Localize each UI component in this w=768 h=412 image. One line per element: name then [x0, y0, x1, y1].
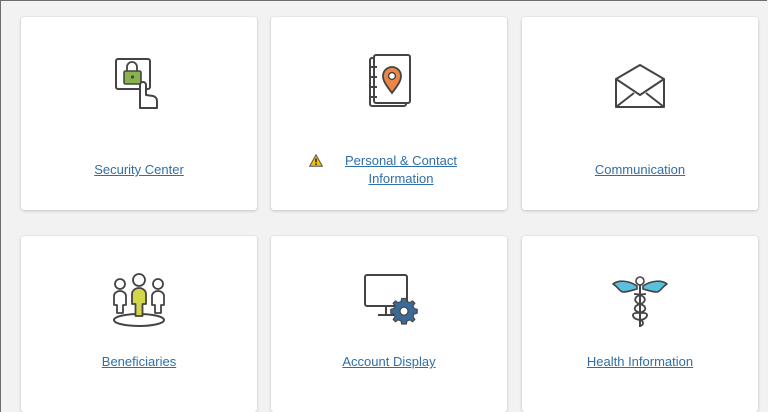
account-display-link[interactable]: Account Display: [271, 353, 507, 371]
caduceus-icon: [612, 276, 668, 327]
personal-contact-label-group: Personal & Contact Information: [271, 152, 507, 192]
personal-contact-tile[interactable]: Personal & Contact Information: [271, 17, 507, 210]
communication-tile[interactable]: Communication: [522, 17, 758, 210]
envelope-icon: [615, 64, 665, 108]
personal-contact-label-line1: Personal & Contact: [344, 153, 457, 168]
address-book-icon: [369, 54, 411, 107]
security-center-link[interactable]: Security Center: [21, 161, 257, 179]
beneficiaries-link[interactable]: Beneficiaries: [21, 353, 257, 371]
communication-link[interactable]: Communication: [522, 161, 758, 179]
lock-hand-icon: [115, 58, 158, 109]
security-center-tile[interactable]: Security Center: [21, 17, 257, 210]
health-information-tile[interactable]: Health Information: [522, 236, 758, 412]
personal-contact-link[interactable]: Personal & Contact Information: [331, 152, 471, 188]
people-group-icon: [113, 273, 165, 327]
settings-tile-grid: Security Center Personal & Contact Infor…: [0, 0, 768, 412]
health-information-link[interactable]: Health Information: [522, 353, 758, 371]
monitor-gear-icon: [364, 274, 418, 325]
beneficiaries-tile[interactable]: Beneficiaries: [21, 236, 257, 412]
warning-icon: [309, 154, 323, 167]
personal-contact-label-line2: Information: [368, 171, 434, 186]
account-display-tile[interactable]: Account Display: [271, 236, 507, 412]
